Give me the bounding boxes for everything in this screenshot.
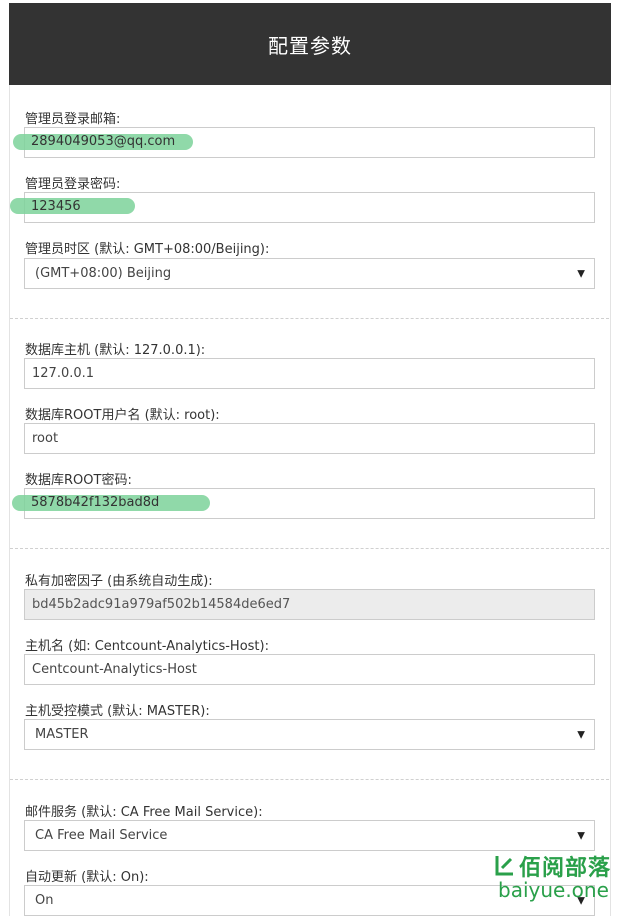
admin-email-label: 管理员登录邮箱: xyxy=(25,112,121,127)
mail-service-value: CA Free Mail Service xyxy=(35,828,168,843)
brand-logo-icon xyxy=(495,856,513,876)
hostname-field[interactable]: Centcount-Analytics-Host xyxy=(24,654,595,685)
admin-timezone-value: (GMT+08:00) Beijing xyxy=(35,266,172,281)
secret-label: 私有加密因子 (由系统自动生成): xyxy=(25,574,213,589)
mail-service-select[interactable]: CA Free Mail Service ▼ xyxy=(24,820,595,851)
db-user-field[interactable]: root xyxy=(24,423,595,454)
hostname-label: 主机名 (如: Centcount-Analytics-Host): xyxy=(25,639,269,654)
host-mode-label: 主机受控模式 (默认: MASTER): xyxy=(25,704,210,719)
page-header: 配置参数 xyxy=(9,3,611,85)
admin-timezone-label: 管理员时区 (默认: GMT+08:00/Beijing): xyxy=(25,242,270,257)
admin-timezone-select[interactable]: (GMT+08:00) Beijing ▼ xyxy=(24,258,595,289)
db-user-label: 数据库ROOT用户名 (默认: root): xyxy=(25,408,220,423)
watermark-en-text: baiyue.one xyxy=(498,878,609,902)
watermark: 佰阅部落 baiyue.one xyxy=(494,850,616,910)
autoupdate-label: 自动更新 (默认: On): xyxy=(25,870,149,885)
db-host-label: 数据库主机 (默认: 127.0.0.1): xyxy=(25,343,206,358)
secret-value: bd45b2adc91a979af502b14584de6ed7 xyxy=(32,597,291,612)
section-divider xyxy=(10,779,609,780)
section-divider xyxy=(10,548,609,549)
chevron-down-icon: ▼ xyxy=(577,268,585,279)
db-password-label: 数据库ROOT密码: xyxy=(25,473,132,488)
db-host-field[interactable]: 127.0.0.1 xyxy=(24,358,595,389)
hostname-value: Centcount-Analytics-Host xyxy=(32,662,197,677)
chevron-down-icon: ▼ xyxy=(577,830,585,841)
db-host-value: 127.0.0.1 xyxy=(32,366,95,381)
admin-password-value: 123456 xyxy=(31,199,81,214)
host-mode-select[interactable]: MASTER ▼ xyxy=(24,719,595,750)
db-user-value: root xyxy=(32,431,59,446)
chevron-down-icon: ▼ xyxy=(577,729,585,740)
db-password-value: 5878b42f132bad8d xyxy=(31,495,160,510)
section-divider xyxy=(10,318,609,319)
host-mode-value: MASTER xyxy=(35,727,89,742)
page-title: 配置参数 xyxy=(268,33,352,58)
mail-service-label: 邮件服务 (默认: CA Free Mail Service): xyxy=(25,805,263,820)
admin-password-label: 管理员登录密码: xyxy=(25,177,121,192)
secret-field: bd45b2adc91a979af502b14584de6ed7 xyxy=(24,589,595,620)
autoupdate-value: On xyxy=(35,893,54,908)
admin-email-value: 2894049053@qq.com xyxy=(31,134,176,149)
